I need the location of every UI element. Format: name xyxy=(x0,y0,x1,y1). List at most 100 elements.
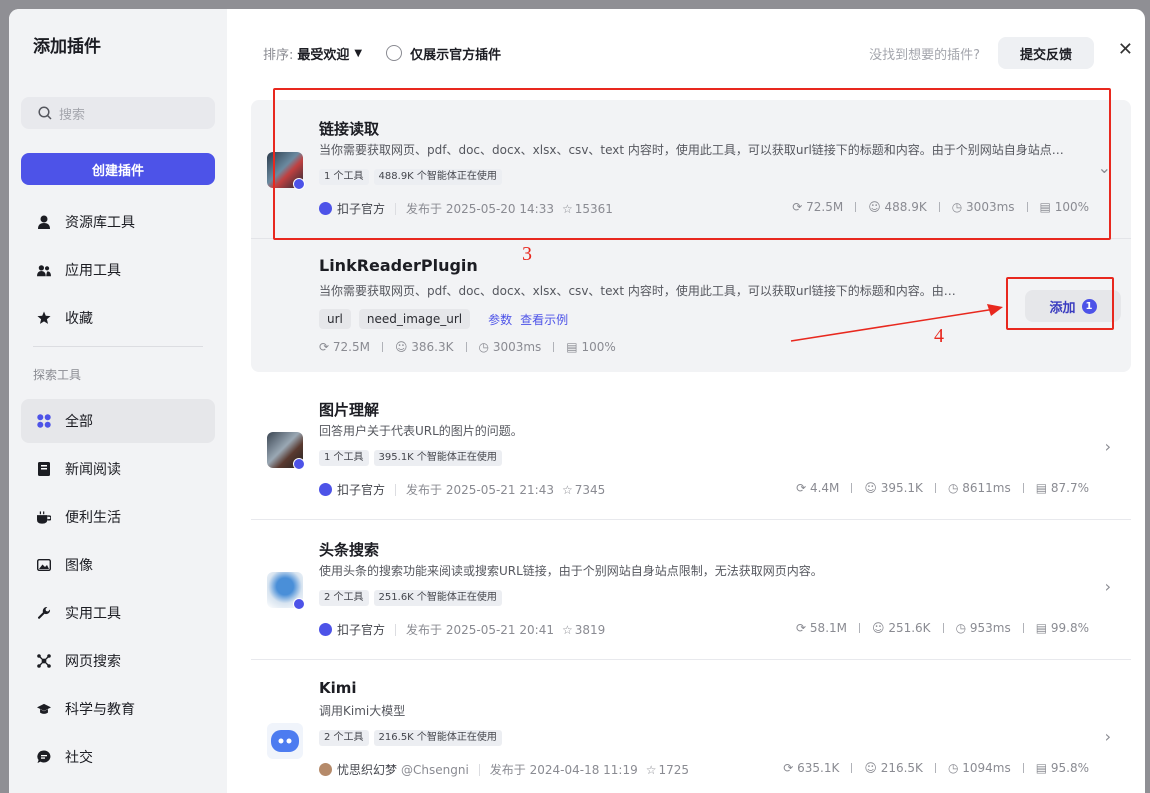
example-link[interactable]: 查看示例 xyxy=(520,311,568,328)
plugin-description: 调用Kimi大模型 xyxy=(319,704,406,718)
toolbar: 排序: 最受欢迎 ▼ 仅展示官方插件 没找到想要的插件? 提交反馈 xyxy=(263,37,1145,69)
official-logo-icon xyxy=(319,623,332,636)
sidebar-item-library-tools[interactable]: 资源库工具 xyxy=(21,200,215,244)
sidebar-item-favorites[interactable]: 收藏 xyxy=(21,296,215,340)
feedback-button[interactable]: 提交反馈 xyxy=(998,37,1094,69)
category-label: 全部 xyxy=(65,414,93,430)
chevron-right-icon[interactable]: › xyxy=(1105,727,1111,746)
bots-icon: ☺ xyxy=(872,621,889,635)
category-life[interactable]: 便利生活 xyxy=(21,495,215,539)
star-icon xyxy=(37,311,51,325)
plugin-card-kimi[interactable]: Kimi 调用Kimi大模型 2 个工具 216.5K 个智能体正在使用 忧思织… xyxy=(251,667,1131,793)
wrench-icon xyxy=(37,606,51,620)
official-only-radio[interactable] xyxy=(386,45,403,61)
annotation-box-4 xyxy=(1006,277,1114,330)
row-divider xyxy=(251,519,1131,520)
category-all[interactable]: 全部 xyxy=(21,399,215,443)
sort-dropdown[interactable]: 最受欢迎 ▼ xyxy=(297,44,362,63)
category-news[interactable]: 新闻阅读 xyxy=(21,447,215,491)
favorite-star-icon[interactable]: ☆ xyxy=(562,623,573,637)
sidebar-item-label: 资源库工具 xyxy=(65,215,135,231)
tool-stats: ⟳ 72.5M ☺ 386.3K ◷ 3003ms ▤ 100% xyxy=(319,340,616,354)
official-only-label[interactable]: 仅展示官方插件 xyxy=(410,44,501,63)
param-chip: need_image_url xyxy=(358,309,471,329)
search-icon xyxy=(38,106,52,120)
calls-icon: ⟳ xyxy=(319,340,333,354)
params-link[interactable]: 参数 xyxy=(488,311,512,328)
param-chip: url xyxy=(319,309,351,329)
clock-icon: ◷ xyxy=(478,340,493,354)
bots-icon: ☺ xyxy=(864,761,881,775)
category-label: 便利生活 xyxy=(65,510,121,526)
plugin-description: 回答用户关于代表URL的图片的问题。 xyxy=(319,424,523,438)
plugin-description: 使用头条的搜索功能来阅读或搜索URL链接，由于个别网站自身站点限制，无法获取网页… xyxy=(319,564,823,578)
official-badge-icon xyxy=(293,458,305,470)
plugin-meta: 扣子官方 发布于 2025-05-21 21:43 ☆ 7345 xyxy=(319,481,605,498)
calls-icon: ⟳ xyxy=(796,621,810,635)
category-science-education[interactable]: 科学与教育 xyxy=(21,687,215,731)
grid-icon xyxy=(37,414,51,428)
latency-stat: 953ms xyxy=(969,621,1011,635)
tool-name: LinkReaderPlugin xyxy=(319,256,478,275)
author-handle: @Chsengni xyxy=(401,762,469,777)
plugin-name: 头条搜索 xyxy=(319,541,380,559)
caret-down-icon: ▼ xyxy=(354,47,363,59)
annotation-label-3: 3 xyxy=(522,243,532,265)
main-panel: 排序: 最受欢迎 ▼ 仅展示官方插件 没找到想要的插件? 提交反馈 ✕ 链接读取… xyxy=(227,9,1145,793)
plugin-tags: 2 个工具 251.6K 个智能体正在使用 xyxy=(319,590,502,606)
image-icon xyxy=(37,558,51,572)
success-stat: 99.8% xyxy=(1050,621,1089,635)
category-utility[interactable]: 实用工具 xyxy=(21,591,215,635)
sidebar-item-app-tools[interactable]: 应用工具 xyxy=(21,248,215,292)
plugin-tags: 1 个工具 395.1K 个智能体正在使用 xyxy=(319,450,502,466)
category-web-search[interactable]: 网页搜索 xyxy=(21,639,215,683)
plugin-meta: 忧思织幻梦 @Chsengni 发布于 2024-04-18 11:19 ☆ 1… xyxy=(319,761,689,778)
favorite-count: 1725 xyxy=(658,762,690,777)
avatar xyxy=(319,763,332,776)
usage-tag: 216.5K 个智能体正在使用 xyxy=(373,730,502,746)
tool-count-tag: 1 个工具 xyxy=(319,450,369,466)
chevron-right-icon[interactable]: › xyxy=(1105,577,1111,596)
cup-icon xyxy=(37,510,51,524)
category-label: 社交 xyxy=(65,750,93,766)
author: 扣子官方 xyxy=(337,483,386,497)
category-label: 图像 xyxy=(65,558,93,574)
sort-value: 最受欢迎 xyxy=(297,47,350,63)
category-image[interactable]: 图像 xyxy=(21,543,215,587)
category-social[interactable]: 社交 xyxy=(21,735,215,779)
bots-stat: 386.3K xyxy=(411,340,454,354)
chevron-right-icon[interactable]: › xyxy=(1105,437,1111,456)
bots-icon: ☺ xyxy=(864,481,881,495)
not-found-text: 没找到想要的插件? xyxy=(869,47,980,63)
official-badge-icon xyxy=(293,598,305,610)
plugin-stats: ⟳ 635.1K ☺ 216.5K ◷ 1094ms ▤ 95.8% xyxy=(783,761,1089,775)
explore-section-label: 探索工具 xyxy=(33,368,82,382)
calls-icon: ⟳ xyxy=(783,761,798,775)
plugin-name: 图片理解 xyxy=(319,401,380,419)
bots-stat: 216.5K xyxy=(880,761,923,775)
row-divider xyxy=(251,659,1131,660)
official-logo-icon xyxy=(319,483,332,496)
close-icon[interactable]: ✕ xyxy=(1118,39,1133,60)
favorite-star-icon[interactable]: ☆ xyxy=(562,483,573,497)
search-input[interactable]: 搜索 xyxy=(21,97,215,129)
dialog-title: 添加插件 xyxy=(33,37,101,57)
tool-count-tag: 2 个工具 xyxy=(319,590,369,606)
sort-label: 排序: xyxy=(263,47,294,63)
network-icon xyxy=(37,654,51,668)
plugin-card-toutiao-search[interactable]: 头条搜索 使用头条的搜索功能来阅读或搜索URL链接，由于个别网站自身站点限制，无… xyxy=(251,527,1131,659)
favorite-star-icon[interactable]: ☆ xyxy=(646,763,657,777)
annotation-arrow xyxy=(790,304,1003,342)
latency-stat: 3003ms xyxy=(492,340,542,354)
plugin-card-image-understanding[interactable]: 图片理解 回答用户关于代表URL的图片的问题。 1 个工具 395.1K 个智能… xyxy=(251,387,1131,519)
latency-stat: 8611ms xyxy=(962,481,1011,495)
clock-icon: ◷ xyxy=(955,621,970,635)
plugin-name: Kimi xyxy=(319,679,357,697)
plugin-meta: 扣子官方 发布于 2025-05-21 20:41 ☆ 3819 xyxy=(319,621,605,638)
success-icon: ▤ xyxy=(1035,761,1051,775)
author: 忧思织幻梦 xyxy=(337,763,398,777)
create-plugin-button[interactable]: 创建插件 xyxy=(21,153,215,185)
clock-icon: ◷ xyxy=(947,761,963,775)
success-stat: 100% xyxy=(581,340,616,354)
annotation-box-3 xyxy=(273,88,1111,240)
